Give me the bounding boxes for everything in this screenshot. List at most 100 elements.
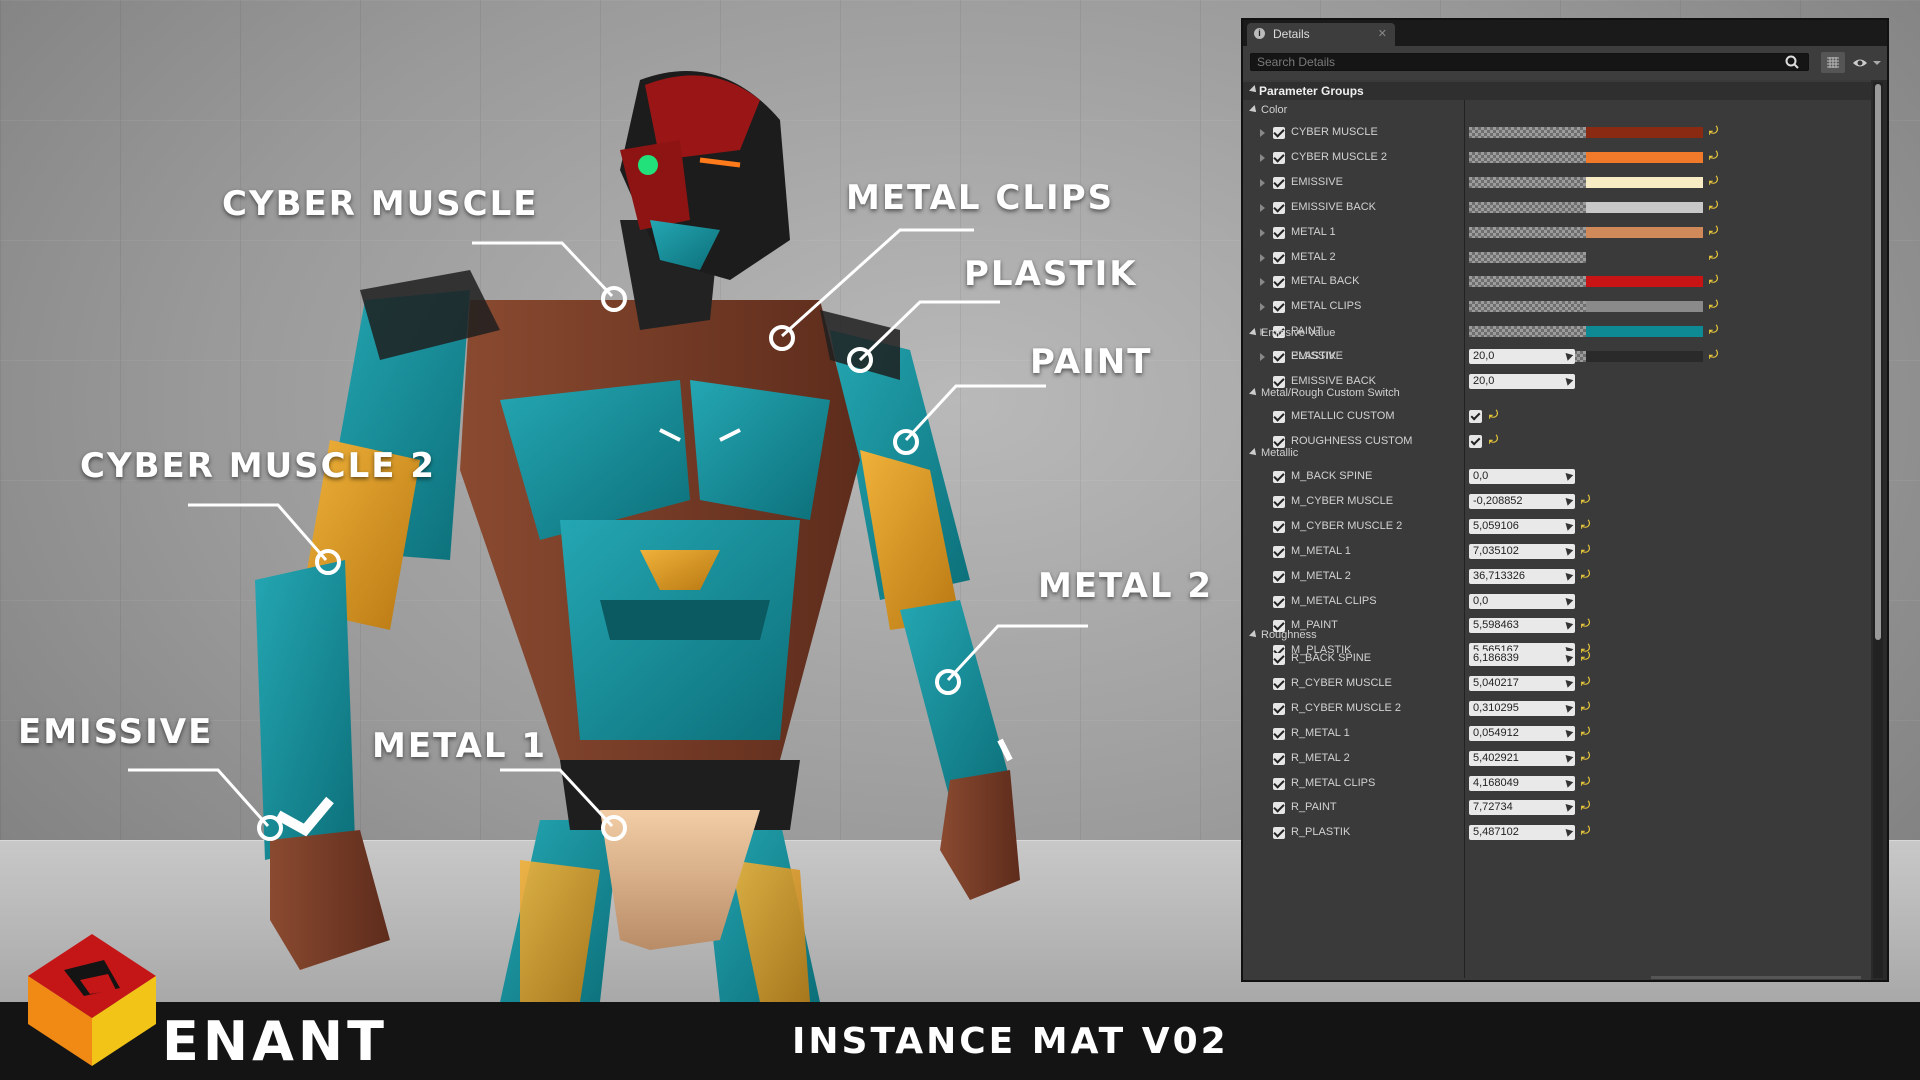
expand-arrow-icon[interactable]	[1260, 228, 1265, 237]
drag-handle-icon[interactable]	[1562, 495, 1574, 506]
column-divider[interactable]	[1464, 98, 1465, 978]
expand-arrow-icon[interactable]	[1260, 353, 1265, 362]
reset-to-default-icon[interactable]: ⤾	[1709, 274, 1718, 287]
expand-arrow-icon[interactable]	[1260, 153, 1265, 162]
scalar-value-field[interactable]: 0,310295	[1469, 700, 1575, 716]
visibility-eye-icon[interactable]	[1851, 54, 1883, 72]
expand-arrow-icon[interactable]	[1260, 178, 1265, 187]
override-checkbox[interactable]	[1273, 802, 1285, 815]
color-swatch[interactable]	[1469, 326, 1703, 338]
reset-to-default-icon[interactable]: ⤾	[1709, 125, 1718, 138]
expand-arrow-icon[interactable]	[1260, 129, 1265, 137]
color-swatch[interactable]	[1469, 127, 1703, 138]
override-checkbox[interactable]	[1273, 471, 1285, 483]
reset-to-default-icon[interactable]: ⤾	[1581, 676, 1590, 689]
override-checkbox[interactable]	[1273, 777, 1285, 790]
override-checkbox[interactable]	[1273, 495, 1285, 508]
drag-handle-icon[interactable]	[1562, 726, 1574, 738]
scalar-value-field[interactable]: 5,598463	[1469, 618, 1575, 634]
scalar-value-field[interactable]: -0,208852	[1469, 493, 1575, 509]
scalar-value-field[interactable]: 5,402921	[1469, 750, 1575, 766]
override-checkbox[interactable]	[1273, 545, 1285, 558]
switch-value-checkbox[interactable]	[1469, 434, 1482, 448]
scalar-value-field[interactable]: 7,72734	[1469, 800, 1575, 816]
search-input[interactable]	[1250, 53, 1809, 71]
color-swatch[interactable]	[1469, 301, 1703, 313]
color-swatch[interactable]	[1469, 176, 1703, 188]
override-checkbox[interactable]	[1273, 653, 1285, 665]
scalar-value-field[interactable]: 20,0	[1469, 349, 1575, 364]
tab-details[interactable]: i Details ✕	[1247, 23, 1395, 46]
scalar-value-field[interactable]: 6,186839	[1469, 651, 1575, 666]
reset-to-default-icon[interactable]: ⤾	[1581, 618, 1590, 631]
override-checkbox[interactable]	[1273, 351, 1285, 363]
reset-to-default-icon[interactable]: ⤾	[1581, 519, 1590, 532]
drag-handle-icon[interactable]	[1562, 652, 1574, 663]
reset-to-default-icon[interactable]: ⤾	[1581, 776, 1590, 789]
reset-to-default-icon[interactable]: ⤾	[1581, 726, 1590, 739]
scalar-value-field[interactable]: 7,035102	[1469, 543, 1575, 559]
reset-to-default-icon[interactable]: ⤾	[1581, 651, 1590, 664]
override-checkbox[interactable]	[1273, 176, 1285, 189]
override-checkbox[interactable]	[1273, 677, 1285, 690]
reset-to-default-icon[interactable]: ⤾	[1581, 800, 1590, 813]
drag-handle-icon[interactable]	[1562, 470, 1574, 481]
color-swatch[interactable]	[1469, 251, 1703, 263]
close-icon[interactable]: ✕	[1378, 27, 1387, 40]
override-checkbox[interactable]	[1273, 520, 1285, 533]
reset-to-default-icon[interactable]: ⤾	[1709, 200, 1718, 213]
search-icon[interactable]	[1785, 55, 1799, 69]
parameter-groups-header[interactable]: Parameter Groups	[1243, 82, 1871, 100]
override-checkbox[interactable]	[1273, 752, 1285, 765]
override-checkbox[interactable]	[1273, 226, 1285, 239]
reset-to-default-icon[interactable]: ⤾	[1709, 349, 1718, 362]
reset-to-default-icon[interactable]: ⤾	[1709, 225, 1718, 238]
color-swatch[interactable]	[1469, 151, 1703, 163]
drag-handle-icon[interactable]	[1562, 751, 1574, 763]
drag-handle-icon[interactable]	[1562, 619, 1574, 631]
scalar-value-field[interactable]: 0,0	[1469, 469, 1575, 484]
expand-arrow-icon[interactable]	[1260, 253, 1265, 262]
reset-to-default-icon[interactable]: ⤾	[1709, 175, 1718, 188]
override-checkbox[interactable]	[1273, 595, 1285, 608]
override-checkbox[interactable]	[1273, 151, 1285, 164]
drag-handle-icon[interactable]	[1562, 776, 1574, 788]
scalar-value-field[interactable]: 20,0	[1469, 373, 1575, 389]
drag-handle-icon[interactable]	[1562, 677, 1574, 688]
reset-to-default-icon[interactable]: ⤾	[1709, 324, 1718, 337]
expand-arrow-icon[interactable]	[1260, 278, 1265, 287]
switch-value-checkbox[interactable]	[1469, 410, 1482, 423]
override-checkbox[interactable]	[1273, 127, 1285, 139]
override-checkbox[interactable]	[1273, 201, 1285, 214]
color-swatch[interactable]	[1469, 201, 1703, 213]
override-checkbox[interactable]	[1273, 570, 1285, 583]
reset-to-default-icon[interactable]: ⤾	[1709, 299, 1718, 312]
override-checkbox[interactable]	[1273, 411, 1285, 423]
drag-handle-icon[interactable]	[1562, 544, 1574, 556]
override-checkbox[interactable]	[1273, 276, 1285, 289]
drag-handle-icon[interactable]	[1562, 801, 1574, 813]
override-checkbox[interactable]	[1273, 251, 1285, 264]
scrollbar-thumb[interactable]	[1875, 84, 1881, 640]
color-swatch[interactable]	[1469, 276, 1703, 288]
drag-handle-icon[interactable]	[1562, 594, 1574, 606]
scalar-value-field[interactable]: 5,040217	[1469, 675, 1575, 691]
scalar-value-field[interactable]: 5,487102	[1469, 825, 1575, 841]
horizontal-scrollbar[interactable]	[1651, 976, 1861, 979]
override-checkbox[interactable]	[1273, 827, 1285, 840]
scalar-value-field[interactable]: 4,168049	[1469, 775, 1575, 791]
reset-to-default-icon[interactable]: ⤾	[1489, 409, 1498, 422]
override-checkbox[interactable]	[1273, 301, 1285, 314]
override-checkbox[interactable]	[1273, 727, 1285, 740]
expand-arrow-icon[interactable]	[1260, 203, 1265, 212]
reset-to-default-icon[interactable]: ⤾	[1709, 150, 1718, 163]
drag-handle-icon[interactable]	[1562, 350, 1574, 361]
reset-to-default-icon[interactable]: ⤾	[1489, 434, 1498, 447]
drag-handle-icon[interactable]	[1562, 375, 1574, 386]
scalar-value-field[interactable]: 5,059106	[1469, 518, 1575, 534]
reset-to-default-icon[interactable]: ⤾	[1581, 494, 1590, 507]
override-checkbox[interactable]	[1273, 702, 1285, 715]
expand-arrow-icon[interactable]	[1260, 303, 1265, 312]
reset-to-default-icon[interactable]: ⤾	[1709, 250, 1718, 263]
drag-handle-icon[interactable]	[1562, 519, 1574, 531]
